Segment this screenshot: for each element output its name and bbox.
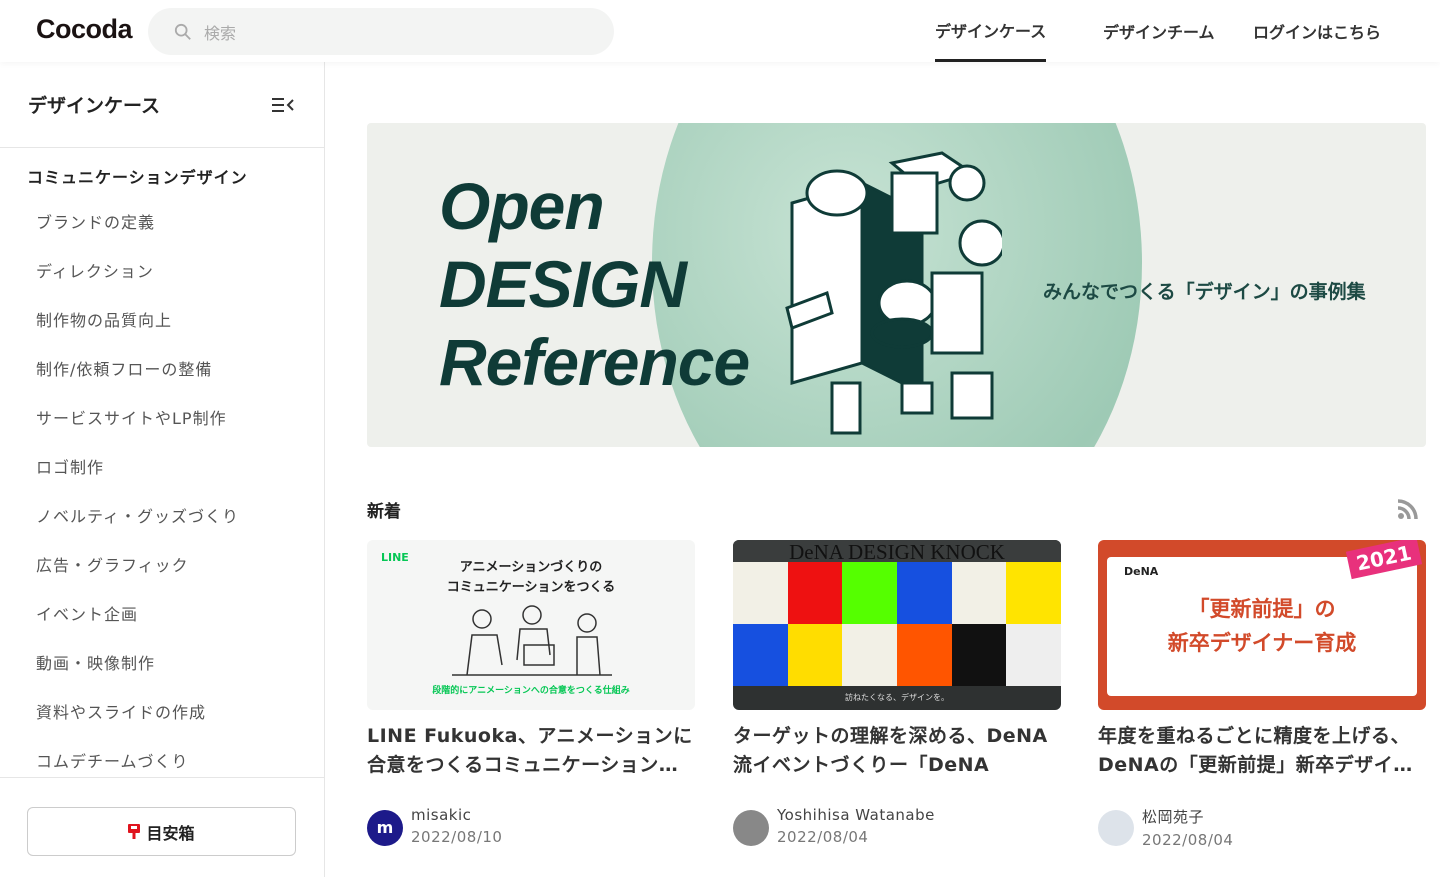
thumb-headline-line: アニメーションづくりの [459,560,603,575]
article-card[interactable]: LINE アニメーションづくりの コミュニケーションをつくる 段階的にアニメーショ… [367,540,695,846]
suggestion-box-label: 目安箱 [146,823,195,843]
author-name: misakic [411,806,472,824]
thumb-headline-line: 新卒デザイナー育成 [1167,631,1357,655]
post-date: 2022/08/04 [1142,831,1234,849]
banner-title-line: DESIGN [439,247,687,321]
sidebar-item[interactable]: イベント企画 [0,588,324,637]
post-date: 2022/08/04 [777,828,869,846]
thumb-caption: 訪ねたくなる、デザインを。 [845,693,949,702]
isometric-building-illustration [785,151,1002,435]
nav-design-case[interactable]: デザインケース [935,0,1047,62]
avatar [1098,810,1134,846]
sidebar-item[interactable]: ブランドの定義 [0,196,324,245]
people-meeting-illustration [452,605,612,676]
sidebar: デザインケース コミュニケーションデザイン ブランドの定義 ディレクション 制作物の… [0,62,325,877]
mailbox-icon [128,824,141,839]
banner-title: Open DESIGN Reference [439,167,750,401]
sidebar-item[interactable]: サービスサイトやLP制作 [0,392,324,441]
banner-subtitle: みんなでつくる「デザイン」の事例集 [1043,281,1366,303]
sidebar-item[interactable]: 資料やスライドの作成 [0,686,324,735]
banner-title-line: Reference [439,325,750,399]
article-card[interactable]: DeNA DESIGN KNOCK 訪ねたくなる、デザインを。 ターゲットの理解… [733,540,1061,846]
post-date: 2022/08/10 [411,828,503,846]
banner-title-line: Open [439,169,605,243]
avatar [733,810,769,846]
hero-banner[interactable]: Open DESIGN Reference みんなでつくる「デザイン」の事例集 [367,123,1426,447]
sidebar-item[interactable]: ディレクション [0,245,324,294]
sidebar-item[interactable]: 制作/依頼フローの整備 [0,343,324,392]
thumb-headline-line: 「更新前提」の [1188,597,1336,621]
sidebar-item[interactable]: 動画・映像制作 [0,637,324,686]
search-input[interactable]: 検索 [148,8,614,55]
thumb-headline: 「更新前提」の 新卒デザイナー育成 [1098,592,1426,660]
nav-design-team[interactable]: デザインチーム [1103,0,1215,62]
avatar: m [367,810,403,846]
author-name: Yoshihisa Watanabe [777,806,935,824]
author[interactable]: Yoshihisa Watanabe 2022/08/04 [733,806,1061,846]
rss-icon[interactable] [1397,498,1419,520]
thumb-caption: 段階的にアニメーションへの合意をつくる仕組み [432,686,630,696]
search-placeholder: 検索 [204,23,237,43]
header: Cocoda 検索 デザインケース デザインチーム ログインはこちら [0,0,1440,62]
suggestion-box-button[interactable]: 目安箱 [27,807,296,856]
nav-login[interactable]: ログインはこちら [1253,0,1381,62]
sidebar-item[interactable]: ロゴ制作 [0,441,324,490]
sidebar-item[interactable]: ノベルティ・グッズづくり [0,490,324,539]
author[interactable]: m misakic 2022/08/10 [367,806,695,846]
sidebar-title: デザインケース [28,95,161,117]
article-title[interactable]: ターゲットの理解を深める、DeNA流イベントづくりー「DeNA DESI… [733,722,1061,780]
author[interactable]: 松岡苑子 2022/08/04 [1098,806,1426,849]
article-thumbnail[interactable]: DeNA 「更新前提」の 新卒デザイナー育成 2021 [1098,540,1426,710]
article-title[interactable]: 年度を重ねるごとに精度を上げる、DeNAの「更新前提」新卒デザイ… [1098,722,1426,780]
article-thumbnail[interactable]: DeNA DESIGN KNOCK 訪ねたくなる、デザインを。 [733,540,1061,710]
thumb-pattern [733,562,1061,686]
article-card[interactable]: DeNA 「更新前提」の 新卒デザイナー育成 2021 年度を重ねるごとに精度を上… [1098,540,1426,849]
thumb-headline: DeNA DESIGN KNOCK [733,540,1061,564]
logo[interactable]: Cocoda [36,14,133,45]
sidebar-item[interactable]: 広告・グラフィック [0,539,324,588]
sidebar-category[interactable]: コミュニケーションデザイン [27,164,324,188]
article-thumbnail[interactable]: LINE アニメーションづくりの コミュニケーションをつくる 段階的にアニメーショ… [367,540,695,710]
search-icon [174,23,191,40]
article-title[interactable]: LINE Fukuoka、アニメーションに合意をつくるコミュニケーション… [367,722,695,780]
thumb-headline: アニメーションづくりの コミュニケーションをつくる [367,558,695,598]
thumb-headline-line: コミュニケーションをつくる [446,580,616,595]
author-name: 松岡苑子 [1142,808,1205,826]
collapse-menu-icon[interactable] [272,97,294,113]
sidebar-item[interactable]: 制作物の品質向上 [0,294,324,343]
section-title: 新着 [367,502,401,522]
thumb-brand: DeNA [1124,565,1159,578]
